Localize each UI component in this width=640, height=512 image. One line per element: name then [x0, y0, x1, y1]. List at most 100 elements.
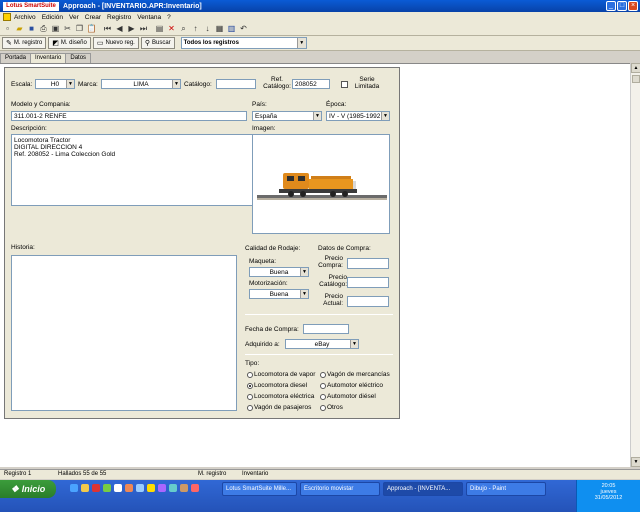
tipo-radio-mercancias[interactable]: Vagón de mercancías	[320, 371, 390, 378]
ie-icon[interactable]	[70, 484, 78, 492]
task-escritorio-movistar[interactable]: Escritorio movistar	[300, 482, 380, 496]
quick-app-icon[interactable]	[180, 484, 188, 492]
tab-datos[interactable]: Datos	[65, 53, 92, 63]
precio-compra-field[interactable]	[347, 258, 389, 269]
chevron-down-icon[interactable]: ▼	[300, 290, 308, 298]
menu-crear[interactable]: Crear	[85, 14, 101, 21]
form-icon[interactable]: ▥	[226, 23, 237, 34]
ref-catalogo-field[interactable]: 208052	[292, 79, 330, 89]
task-approach[interactable]: Approach - [INVENTA...	[383, 482, 463, 496]
descripcion-field[interactable]: Locomotora Tractor DIGITAL DIRECCION 4 R…	[11, 134, 275, 206]
save-icon[interactable]: ■	[26, 23, 37, 34]
scroll-thumb[interactable]	[632, 75, 640, 83]
adquirido-select[interactable]: eBay ▼	[285, 339, 359, 349]
folder-icon[interactable]	[81, 484, 89, 492]
tipo-radio-electrica[interactable]: Locomotora eléctrica	[247, 393, 314, 400]
cut-icon[interactable]: ✂	[62, 23, 73, 34]
datos-compra-label: Datos de Compra:	[318, 245, 371, 252]
quick-app-icon[interactable]	[125, 484, 133, 492]
chevron-down-icon[interactable]: ▼	[350, 340, 358, 348]
task-paint[interactable]: Dibujo - Paint	[466, 482, 546, 496]
find-select[interactable]: Todos los registros ▼	[180, 37, 307, 49]
locomotive-image[interactable]	[252, 134, 390, 234]
escala-select[interactable]: H0 ▼	[35, 79, 75, 89]
status-registro[interactable]: Registro 1	[4, 471, 31, 477]
tipo-radio-pasajeros[interactable]: Vagón de pasajeros	[247, 404, 311, 411]
menu-help[interactable]: ?	[167, 14, 171, 21]
modelo-field[interactable]: 311.001-2 RENFE	[11, 111, 247, 121]
close-button[interactable]: ×	[628, 1, 638, 11]
scroll-down-icon[interactable]: ▼	[631, 457, 640, 467]
app-icon[interactable]	[103, 484, 111, 492]
chevron-down-icon[interactable]: ▼	[172, 80, 180, 88]
chevron-down-icon[interactable]: ▼	[296, 38, 306, 48]
tipo-radio-automotor-diesel[interactable]: Automotor diésel	[320, 393, 376, 400]
scroll-up-icon[interactable]: ▲	[631, 63, 640, 73]
tipo-radio-otros[interactable]: Otros	[320, 404, 343, 411]
last-record-icon[interactable]: ⏭	[138, 23, 149, 34]
sort-desc-icon[interactable]: ↓	[202, 23, 213, 34]
prev-record-icon[interactable]: ◀	[114, 23, 125, 34]
vertical-scrollbar[interactable]: ▲ ▼	[630, 63, 640, 467]
historia-field[interactable]	[11, 255, 237, 411]
delete-record-icon[interactable]: ✕	[166, 23, 177, 34]
maqueta-select[interactable]: Buena ▼	[249, 267, 309, 277]
chevron-down-icon[interactable]: ▼	[313, 112, 321, 120]
copy-icon[interactable]: ❐	[74, 23, 85, 34]
tipo-radio-vapor[interactable]: Locomotora de vapor	[247, 371, 315, 378]
paste-icon[interactable]: 📋	[86, 23, 97, 34]
quick-app-icon[interactable]	[147, 484, 155, 492]
pais-select[interactable]: España ▼	[252, 111, 322, 121]
messenger-icon[interactable]	[114, 484, 122, 492]
new-record-icon[interactable]: ▤	[154, 23, 165, 34]
preview-icon[interactable]: ▣	[50, 23, 61, 34]
chevron-down-icon[interactable]: ▼	[300, 268, 308, 276]
print-icon[interactable]: ⎙	[38, 23, 49, 34]
maximize-button[interactable]: □	[617, 1, 627, 11]
table-icon[interactable]: ▦	[214, 23, 225, 34]
catalogo-field[interactable]	[216, 79, 256, 89]
task-lotus-smartsuite[interactable]: Lotus SmartSuite Mille...	[222, 482, 297, 496]
status-hallados[interactable]: Hallados 55 de 55	[58, 471, 106, 477]
sort-asc-icon[interactable]: ↑	[190, 23, 201, 34]
serie-limitada-checkbox[interactable]	[341, 81, 348, 88]
new-record-button[interactable]: ▭ Nuevo reg.	[92, 37, 139, 49]
design-mode-button[interactable]: ◩ M. diseño	[48, 37, 91, 49]
tipo-radio-diesel[interactable]: Locomotora diesel	[247, 382, 307, 389]
status-modo[interactable]: M. registro	[198, 471, 226, 477]
open-folder-icon[interactable]: ▰	[14, 23, 25, 34]
menu-archivo[interactable]: Archivo	[14, 14, 36, 21]
radio-dot-selected	[247, 382, 253, 389]
tab-portada[interactable]: Portada	[0, 53, 32, 63]
status-form[interactable]: Inventario	[242, 471, 268, 477]
chevron-down-icon[interactable]: ▼	[66, 80, 74, 88]
chevron-down-icon[interactable]: ▼	[381, 112, 389, 120]
minimize-button[interactable]: _	[606, 1, 616, 11]
quick-app-icon[interactable]	[158, 484, 166, 492]
marca-select[interactable]: LIMA ▼	[101, 79, 181, 89]
app-icon[interactable]	[3, 13, 11, 21]
menu-ver[interactable]: Ver	[69, 14, 79, 21]
start-button[interactable]: ❖ Inicio	[0, 480, 56, 498]
tipo-radio-automotor-electrico[interactable]: Automotor eléctrico	[320, 382, 383, 389]
fecha-compra-field[interactable]	[303, 324, 349, 334]
menu-edicion[interactable]: Edición	[42, 14, 63, 21]
precio-catalogo-field[interactable]	[347, 277, 389, 288]
next-record-icon[interactable]: ▶	[126, 23, 137, 34]
quick-app-icon[interactable]	[136, 484, 144, 492]
browse-mode-button[interactable]: ✎ M. registro	[2, 37, 47, 49]
menu-ventana[interactable]: Ventana	[137, 14, 161, 21]
quick-app-icon[interactable]	[191, 484, 199, 492]
menu-registro[interactable]: Registro	[107, 14, 131, 21]
media-icon[interactable]	[92, 484, 100, 492]
epoca-select[interactable]: IV - V (1985-1992 ▼	[326, 111, 390, 121]
new-file-icon[interactable]: ▫	[2, 23, 13, 34]
find-icon[interactable]: ⌕	[178, 23, 189, 34]
precio-actual-field[interactable]	[347, 296, 389, 307]
find-button[interactable]: ⚲ Buscar	[140, 37, 175, 49]
quick-app-icon[interactable]	[169, 484, 177, 492]
first-record-icon[interactable]: ⏮	[102, 23, 113, 34]
undo-icon[interactable]: ↶	[238, 23, 249, 34]
tab-inventario[interactable]: Inventario	[30, 53, 67, 63]
motorizacion-select[interactable]: Buena ▼	[249, 289, 309, 299]
